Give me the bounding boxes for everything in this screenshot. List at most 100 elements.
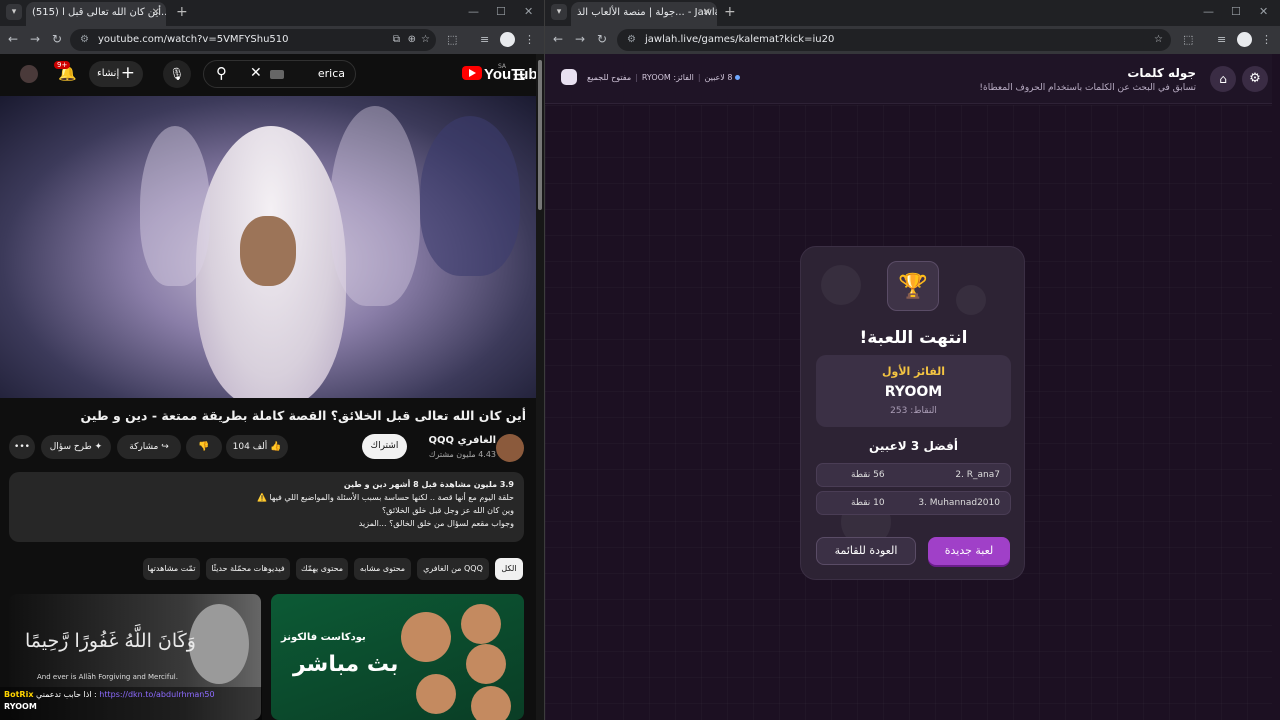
player-name: 2. R_ana7 (955, 470, 1000, 480)
share-label: مشاركة (129, 442, 159, 452)
home-icon[interactable]: ⌂ (1210, 66, 1236, 92)
browser-toolbar: ← → ↻ ⚙ jawlah.live/games/kalemat?kick=i… (545, 26, 1280, 54)
chrome-menu-icon[interactable]: ⋮ (524, 33, 535, 46)
extensions-icon[interactable]: ⬚ (1183, 33, 1193, 46)
description-meta: 3.9 مليون مشاهدة قبل 8 أشهر دين و طين (343, 480, 514, 489)
close-window-icon[interactable]: ✕ (524, 5, 533, 18)
youtube-logo-text[interactable]: YouTube (484, 66, 544, 83)
thumbnail-title: بث مباشر (293, 652, 399, 677)
reload-icon[interactable]: ↻ (52, 32, 62, 46)
scrollbar-thumb[interactable] (538, 60, 542, 210)
minimize-icon[interactable]: — (1203, 5, 1214, 18)
thumbnail-text: وَكَانَ اللَّهُ غَفُورًا رَّحِيمًا (25, 630, 196, 652)
chip-recently-uploaded[interactable]: فيديوهات محمّلة حديثًا (206, 558, 290, 580)
more-actions-button[interactable]: ••• (9, 435, 35, 459)
tab-youtube[interactable]: (515) أين كان الله تعالى قبل ا... ✕ (26, 2, 166, 26)
game-over-title: انتهت اللعبة! (859, 328, 968, 348)
site-info-icon[interactable]: ⚙ (627, 29, 636, 51)
players-count: 8 لاعبين (704, 73, 733, 82)
stream-chat-overlay: BotRix اذا حابب تدعمني : https://dkn.to/… (0, 687, 262, 720)
description-line: وجواب مقعم لسؤال من خلق الخالق؟ ...المزي… (358, 519, 514, 528)
create-button[interactable]: إنشاء + (89, 61, 143, 87)
tab-search-button[interactable]: ▾ (551, 4, 567, 20)
profile-avatar[interactable] (500, 32, 515, 47)
subscribe-button[interactable]: اشتراك (362, 434, 407, 459)
decorative-bubble (821, 265, 861, 305)
thumbnail-face (471, 686, 511, 720)
share-button[interactable]: مشاركة ↪ (117, 435, 181, 459)
new-tab-button[interactable]: + (176, 4, 188, 20)
profile-avatar[interactable] (1237, 32, 1252, 47)
close-tab-icon[interactable]: ✕ (703, 2, 711, 24)
thumbs-down-icon: 👎 (198, 442, 210, 452)
install-icon[interactable]: ⧉ (393, 29, 400, 51)
chip-watched[interactable]: تمّت مشاهدتها (143, 558, 200, 580)
video-frame-bg-person (140, 126, 210, 286)
chrome-menu-icon[interactable]: ⋮ (1261, 33, 1272, 46)
channel-avatar[interactable] (496, 434, 524, 462)
tab-title: جولة | منصة الألعاب الذ... - Jawlah (577, 7, 717, 18)
chat-username: RYOOM (4, 702, 37, 711)
video-frame-bg-shape (420, 116, 520, 276)
region-label: SA (497, 63, 506, 70)
ask-button[interactable]: طرح سؤال ✦ (41, 435, 111, 459)
back-icon[interactable]: ← (553, 32, 563, 46)
address-bar[interactable]: ⚙ youtube.com/watch?v=5VMFYShu510 ⧉ ⊕ ☆ (70, 29, 436, 51)
url-text: jawlah.live/games/kalemat?kick=iu20 (645, 34, 835, 45)
video-description[interactable]: 3.9 مليون مشاهدة قبل 8 أشهر دين و طين حل… (9, 472, 524, 542)
gear-icon[interactable]: ⚙ (1242, 66, 1268, 92)
reading-list-icon[interactable]: ≡ (1217, 33, 1226, 46)
like-button[interactable]: 104 ألف 👍 (226, 435, 288, 459)
back-icon[interactable]: ← (8, 32, 18, 46)
game-header: ⚙ ⌂ جوله كلمات تسابق في البحث عن الكلمات… (545, 54, 1280, 104)
bookmark-star-icon[interactable]: ☆ (1154, 29, 1163, 51)
chat-message: اذا حابب تدعمني : (36, 690, 97, 699)
thumbnail-face (401, 612, 451, 662)
bookmark-star-icon[interactable]: ☆ (421, 29, 430, 51)
page-scrollbar[interactable] (536, 54, 544, 720)
dislike-button[interactable]: 👎 (186, 435, 222, 459)
minimize-icon[interactable]: — (468, 5, 479, 18)
forward-icon[interactable]: → (30, 32, 40, 46)
zoom-icon[interactable]: ⊕ (408, 29, 416, 51)
maximize-icon[interactable]: ☐ (1231, 5, 1241, 18)
search-input[interactable]: erica (318, 67, 345, 80)
recommended-video-thumbnail[interactable]: بودكاست فالكونز بث مباشر (271, 594, 524, 720)
new-tab-button[interactable]: + (724, 4, 736, 20)
search-box[interactable]: erica ✕ ⚲ (203, 60, 356, 88)
clear-search-icon[interactable]: ✕ (250, 65, 262, 81)
browser-toolbar: ← → ↻ ⚙ youtube.com/watch?v=5VMFYShu510 … (0, 26, 544, 54)
page-scrollbar[interactable] (1272, 54, 1280, 720)
chip-similar[interactable]: محتوى مشابه (354, 558, 411, 580)
close-tab-icon[interactable]: ✕ (152, 2, 160, 24)
youtube-logo-icon[interactable] (462, 66, 482, 80)
chip-from-channel[interactable]: من الغافري QQQ (417, 558, 489, 580)
thumbnail-caption: And ever is Allāh Forgiving and Merciful… (37, 673, 178, 681)
keyboard-icon[interactable] (270, 70, 284, 79)
tab-jawlah[interactable]: جولة | منصة الألعاب الذ... - Jawlah ✕ (571, 2, 717, 26)
chip-all[interactable]: الكل (495, 558, 523, 580)
channel-subscriber-count: 4.43 مليون مشترك (428, 450, 496, 459)
channel-name[interactable]: الغافري QQQ (428, 435, 496, 446)
game-title: جوله كلمات (1127, 66, 1196, 80)
chat-link: https://dkn.to/abdulrhman50 (99, 690, 215, 699)
chip-for-you[interactable]: محتوى يهمّك (296, 558, 348, 580)
open-status: مفتوح للجميع (587, 73, 632, 82)
reload-icon[interactable]: ↻ (597, 32, 607, 46)
maximize-icon[interactable]: ☐ (496, 5, 506, 18)
tab-search-button[interactable]: ▾ (6, 4, 22, 20)
notification-count-badge: 9+ (54, 61, 71, 69)
address-bar[interactable]: ⚙ jawlah.live/games/kalemat?kick=iu20 ☆ (617, 29, 1171, 51)
account-avatar[interactable] (20, 65, 38, 83)
winner-label: الفائز الأول (881, 365, 946, 378)
search-icon[interactable]: ⚲ (216, 64, 227, 82)
extensions-icon[interactable]: ⬚ (447, 33, 457, 46)
reading-list-icon[interactable]: ≡ (480, 33, 489, 46)
back-to-menu-button[interactable]: العودة للقائمة (816, 537, 916, 565)
video-player[interactable] (0, 96, 536, 398)
site-info-icon[interactable]: ⚙ (80, 29, 89, 51)
new-game-button[interactable]: لعبة جديدة (928, 537, 1010, 565)
forward-icon[interactable]: → (575, 32, 585, 46)
mic-icon[interactable]: 🎙 (163, 60, 191, 88)
close-window-icon[interactable]: ✕ (1259, 5, 1268, 18)
